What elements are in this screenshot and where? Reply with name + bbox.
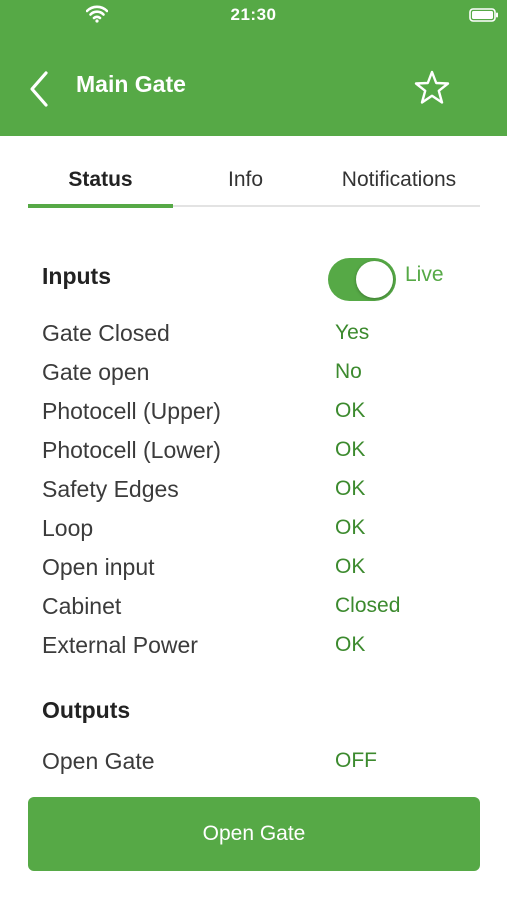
input-row-cabinet: Cabinet Closed: [42, 593, 482, 625]
tab-status[interactable]: Status: [28, 160, 173, 200]
toggle-knob: [356, 261, 393, 298]
tab-bar: Status Info Notifications: [28, 160, 480, 208]
input-value: Closed: [335, 594, 401, 617]
input-value: OK: [335, 438, 366, 461]
output-label: Open Gate: [42, 748, 155, 774]
page-title: Main Gate: [76, 71, 186, 97]
input-value: OK: [335, 555, 366, 578]
tab-active-indicator: [28, 204, 173, 208]
input-value: OK: [335, 633, 366, 656]
input-label: Safety Edges: [42, 476, 179, 502]
input-label: External Power: [42, 632, 198, 658]
app-header: 21:30 Main Gate: [0, 0, 507, 136]
input-row-open-input: Open input OK: [42, 554, 482, 586]
input-row-gate-open: Gate open No: [42, 359, 482, 391]
star-favorite-icon[interactable]: [413, 69, 451, 107]
live-label: Live: [405, 263, 444, 286]
output-row-open-gate: Open Gate OFF: [42, 748, 482, 780]
input-row-loop: Loop OK: [42, 515, 482, 547]
inputs-section-title: Inputs: [42, 263, 111, 289]
input-value: OK: [335, 477, 366, 500]
live-toggle[interactable]: [328, 258, 396, 301]
output-value: OFF: [335, 749, 377, 772]
input-label: Loop: [42, 515, 94, 541]
back-chevron-icon[interactable]: [27, 70, 51, 108]
input-value: No: [335, 360, 362, 383]
input-row-photocell-upper: Photocell (Upper) OK: [42, 398, 482, 430]
input-row-safety-edges: Safety Edges OK: [42, 476, 482, 508]
tab-notifications[interactable]: Notifications: [318, 160, 480, 200]
input-label: Cabinet: [42, 593, 122, 619]
input-label: Gate open: [42, 359, 150, 385]
input-value: OK: [335, 399, 366, 422]
status-time: 21:30: [230, 5, 277, 24]
outputs-section-title: Outputs: [42, 697, 131, 723]
input-label: Gate Closed: [42, 320, 170, 346]
tab-info[interactable]: Info: [173, 160, 318, 200]
input-label: Photocell (Upper): [42, 398, 221, 424]
open-gate-button[interactable]: Open Gate: [28, 797, 480, 871]
input-row-gate-closed: Gate Closed Yes: [42, 320, 482, 352]
input-label: Open input: [42, 554, 155, 580]
battery-icon: [469, 8, 498, 22]
input-row-photocell-lower: Photocell (Lower) OK: [42, 437, 482, 469]
input-label: Photocell (Lower): [42, 437, 221, 463]
input-row-external-power: External Power OK: [42, 632, 482, 664]
status-bar: 21:30: [0, 0, 507, 30]
input-value: Yes: [335, 321, 370, 344]
input-value: OK: [335, 516, 366, 539]
